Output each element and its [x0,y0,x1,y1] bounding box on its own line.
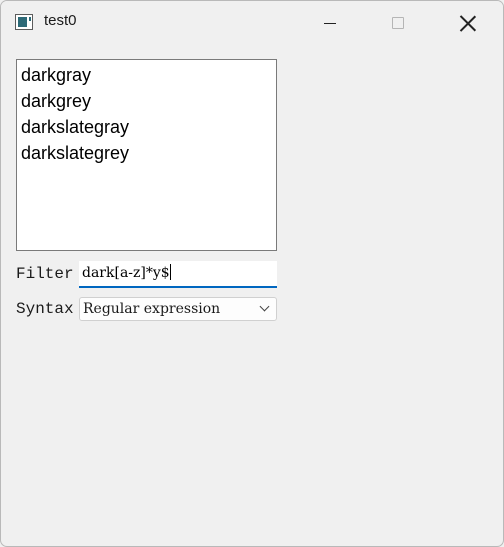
list-item[interactable]: darkslategrey [17,140,276,166]
app-window: test0 darkgray darkgrey darkslategray da… [0,0,504,547]
syntax-dropdown[interactable]: Regular expression [79,297,277,321]
maximize-icon [392,17,404,29]
minimize-icon [324,22,336,24]
filter-input[interactable]: dark[a-z]*y$ [79,261,277,288]
list-item[interactable]: darkgray [17,62,276,88]
color-list[interactable]: darkgray darkgrey darkslategray darkslat… [16,59,277,251]
filter-value: dark[a-z]*y$ [82,265,170,281]
syntax-label: Syntax [16,300,74,318]
list-item[interactable]: darkslategray [17,114,276,140]
maximize-button[interactable] [375,1,421,45]
window-title: test0 [44,12,77,29]
close-icon [460,15,476,31]
filter-label: Filter [16,265,74,283]
syntax-selected-value: Regular expression [83,301,221,317]
app-icon [15,14,33,30]
list-item[interactable]: darkgrey [17,88,276,114]
chevron-down-icon [259,301,270,312]
text-caret [169,264,171,280]
close-button[interactable] [445,1,491,45]
title-bar[interactable]: test0 [1,1,503,45]
minimize-button[interactable] [307,1,353,45]
